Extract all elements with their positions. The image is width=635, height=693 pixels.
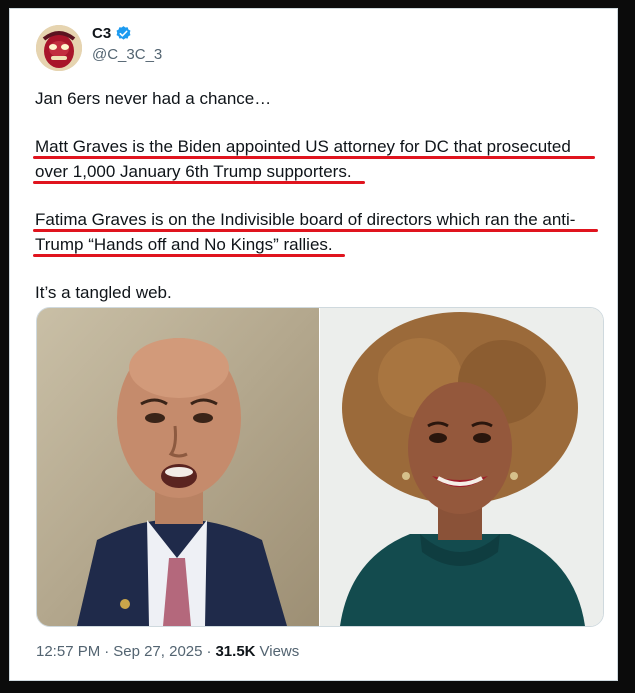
tweet-line-matt-2: over 1,000 January 6th Trump supporters. bbox=[35, 162, 352, 181]
avatar[interactable] bbox=[36, 25, 82, 71]
media-grid bbox=[36, 307, 604, 627]
tweet-line-fatima-2: Trump “Hands off and No Kings” rallies. bbox=[35, 235, 333, 254]
views-label: Views bbox=[259, 643, 300, 660]
meta-separator: · bbox=[206, 643, 212, 660]
views-count[interactable]: 31.5K bbox=[215, 643, 255, 660]
photo-fatima-graves[interactable] bbox=[320, 308, 603, 626]
red-underline bbox=[33, 156, 595, 159]
meta-separator: · bbox=[104, 643, 110, 660]
tweet-line-intro: Jan 6ers never had a chance… bbox=[35, 89, 272, 108]
red-underline bbox=[33, 254, 345, 257]
verified-badge-icon bbox=[115, 25, 132, 42]
author-handle[interactable]: @C_3C_3 bbox=[92, 46, 162, 63]
tweet-line-matt-1: Matt Graves is the Biden appointed US at… bbox=[35, 137, 571, 156]
tweet-time[interactable]: 12:57 PM bbox=[36, 643, 100, 660]
display-name[interactable]: C3 bbox=[92, 25, 111, 42]
tweet-line-fatima-1: Fatima Graves is on the Indivisible boar… bbox=[35, 210, 576, 229]
red-underline bbox=[33, 229, 598, 232]
tweet-meta: 12:57 PM · Sep 27, 2025 · 31.5K Views bbox=[36, 643, 299, 660]
author-name-row[interactable]: C3 bbox=[92, 25, 132, 42]
tweet-line-closing: It’s a tangled web. bbox=[35, 283, 172, 302]
photo-matt-graves[interactable] bbox=[37, 308, 319, 626]
tweet-date[interactable]: Sep 27, 2025 bbox=[113, 643, 202, 660]
red-underline bbox=[33, 181, 365, 184]
tweet-card: C3 @C_3C_3 Jan 6ers never had a chance… … bbox=[9, 8, 618, 681]
